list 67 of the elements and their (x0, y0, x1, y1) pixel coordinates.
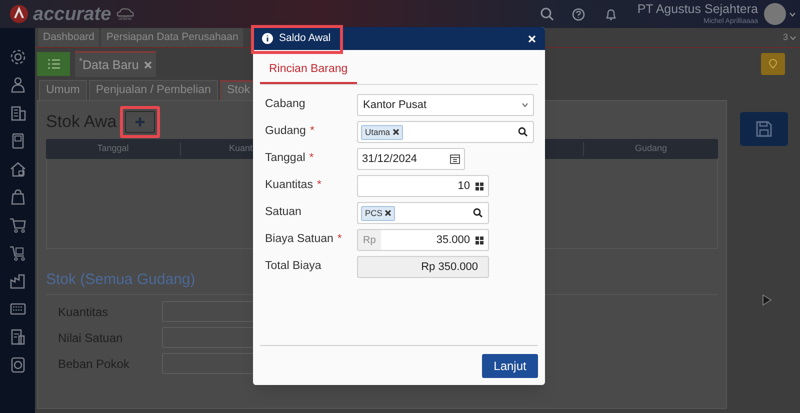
info-icon (262, 33, 273, 44)
column-header: Gudang (583, 142, 718, 156)
required-mark: * (310, 124, 314, 140)
caret-icon (522, 103, 528, 107)
currency-field[interactable]: Rp 35.000 (357, 229, 489, 251)
avatar[interactable] (764, 3, 786, 25)
logo-icon (9, 4, 29, 24)
factory-icon[interactable] (8, 272, 26, 290)
tag-label: Utama (365, 126, 390, 138)
tag[interactable]: Utama (361, 124, 404, 140)
dropdown-value: Kantor Pusat (363, 98, 428, 113)
save-button[interactable] (740, 112, 788, 146)
required-mark: * (316, 178, 322, 194)
remove-icon[interactable] (393, 129, 400, 135)
tag-label: PCS (365, 206, 382, 220)
search-icon[interactable] (518, 127, 528, 137)
list-button[interactable] (37, 52, 70, 76)
company-name: PT Agustus Sejahtera (637, 3, 758, 16)
bag-icon[interactable] (8, 188, 26, 206)
calendar-icon[interactable] (450, 154, 460, 164)
save-icon (754, 120, 772, 138)
column-header: Kuant (228, 142, 253, 156)
list-icon (48, 59, 60, 69)
person-icon[interactable] (8, 76, 26, 94)
cart-icon[interactable] (8, 216, 26, 234)
column-header: Tanggal (46, 142, 181, 156)
bell-icon[interactable] (605, 8, 618, 20)
number-value: 10 (456, 178, 470, 194)
calculator-icon[interactable] (475, 236, 484, 244)
field-label: Tanggal (265, 151, 306, 166)
required-mark: * (337, 232, 342, 248)
field-label: Cabang (265, 97, 306, 112)
remove-icon[interactable] (385, 210, 392, 216)
field-label: Gudang (265, 124, 306, 140)
report-icon[interactable] (8, 328, 26, 346)
highlight-frame (120, 106, 160, 138)
dropdown[interactable]: Kantor Pusat (357, 94, 534, 116)
currency-value: 35.000 (435, 232, 470, 248)
caret-icon[interactable] (789, 12, 796, 16)
help-icon[interactable] (572, 8, 586, 20)
location-icon (769, 59, 777, 69)
field-label: Kuantitas (265, 178, 313, 194)
building-icon[interactable] (8, 104, 26, 122)
cursor-icon (762, 294, 772, 306)
gear-icon[interactable] (8, 48, 26, 66)
plus-icon (134, 117, 145, 127)
house-icon[interactable] (8, 160, 26, 178)
field-label: Satuan (265, 205, 302, 220)
date-field[interactable]: 31/12/2024 (357, 148, 465, 170)
gauge-icon[interactable] (8, 356, 26, 374)
cart-icon[interactable] (8, 244, 26, 262)
dialog-title: Saldo Awal (279, 30, 331, 46)
cloud-icon (115, 6, 136, 16)
calculator-icon[interactable] (475, 182, 484, 190)
date-value: 31/12/2024 (362, 152, 418, 167)
tag-input-field[interactable]: PCS (357, 202, 489, 224)
required-mark: * (309, 151, 314, 166)
currency-prefix: Rp (358, 230, 381, 250)
continue-button[interactable]: Lanjut (482, 354, 538, 378)
number-field[interactable]: 10 (357, 175, 489, 197)
logo-text: accurate (33, 4, 112, 24)
tag-input-field[interactable]: Utama (357, 121, 534, 143)
caret-icon (790, 36, 796, 40)
field-label: Biaya Satuan (265, 232, 334, 248)
search-icon[interactable] (473, 208, 483, 218)
tag[interactable]: PCS (361, 206, 396, 220)
dialog-tab[interactable]: Rincian Barang (260, 58, 357, 84)
